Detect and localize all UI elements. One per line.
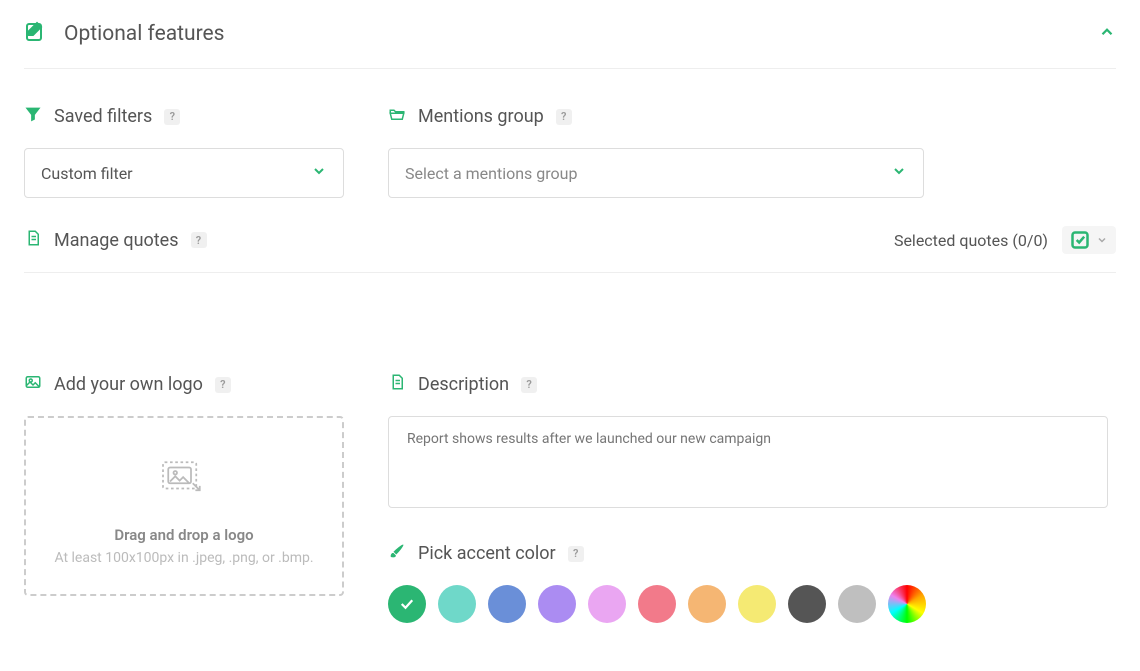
- mentions-group-label: Mentions group ?: [388, 105, 1116, 128]
- chevron-down-icon: [1096, 234, 1108, 246]
- saved-filters-col: Saved filters ? Custom filter: [24, 105, 344, 198]
- saved-filters-label: Saved filters ?: [24, 105, 344, 128]
- saved-filters-value: Custom filter: [41, 164, 133, 183]
- dropzone-subtitle: At least 100x100px in .jpeg, .png, or .b…: [36, 550, 332, 566]
- optional-features-header[interactable]: Optional features: [24, 20, 1116, 69]
- folder-open-icon: [388, 105, 406, 128]
- logo-col: Add your own logo ? Drag and drop a logo…: [24, 373, 344, 623]
- image-icon: [24, 373, 42, 396]
- logo-dropzone[interactable]: Drag and drop a logo At least 100x100px …: [24, 416, 344, 596]
- brush-icon: [388, 542, 406, 565]
- mentions-group-select[interactable]: Select a mentions group: [388, 148, 924, 198]
- checkbox-icon: [1070, 230, 1090, 250]
- filters-row: Saved filters ? Custom filter Mentions g…: [24, 105, 1116, 198]
- accent-swatch[interactable]: [488, 585, 526, 623]
- chevron-down-icon: [891, 163, 907, 183]
- saved-filters-select[interactable]: Custom filter: [24, 148, 344, 198]
- help-icon[interactable]: ?: [215, 377, 231, 393]
- description-input[interactable]: [388, 416, 1108, 508]
- logo-desc-row: Add your own logo ? Drag and drop a logo…: [24, 373, 1116, 623]
- manage-quotes-label: Manage quotes ?: [24, 229, 207, 252]
- select-all-toggle[interactable]: [1062, 226, 1116, 254]
- accent-swatch[interactable]: [888, 585, 926, 623]
- dropzone-image-icon: [36, 456, 332, 504]
- accent-section: Pick accent color ?: [388, 542, 1116, 623]
- dropzone-title: Drag and drop a logo: [36, 526, 332, 544]
- panel-title: Optional features: [64, 22, 224, 46]
- description-text: Description: [418, 374, 509, 395]
- accent-text: Pick accent color: [418, 543, 556, 564]
- help-icon[interactable]: ?: [556, 109, 572, 125]
- document-icon: [388, 373, 406, 396]
- help-icon[interactable]: ?: [568, 546, 584, 562]
- description-label: Description ?: [388, 373, 1116, 396]
- add-logo-text: Add your own logo: [54, 374, 203, 395]
- accent-swatch[interactable]: [838, 585, 876, 623]
- quotes-right: Selected quotes (0/0): [894, 226, 1116, 254]
- manage-quotes-bar: Manage quotes ? Selected quotes (0/0): [24, 226, 1116, 273]
- accent-swatch[interactable]: [788, 585, 826, 623]
- accent-swatch[interactable]: [438, 585, 476, 623]
- saved-filters-text: Saved filters: [54, 106, 152, 127]
- add-logo-label: Add your own logo ?: [24, 373, 344, 396]
- chevron-up-icon[interactable]: [1098, 23, 1116, 45]
- accent-swatches: [388, 585, 1116, 623]
- accent-swatch[interactable]: [538, 585, 576, 623]
- mentions-group-text: Mentions group: [418, 106, 544, 127]
- help-icon[interactable]: ?: [164, 109, 180, 125]
- accent-swatch[interactable]: [688, 585, 726, 623]
- mentions-group-placeholder: Select a mentions group: [405, 164, 577, 183]
- mentions-group-col: Mentions group ? Select a mentions group: [388, 105, 1116, 198]
- accent-swatch[interactable]: [738, 585, 776, 623]
- document-icon: [24, 229, 42, 252]
- check-icon: [398, 595, 416, 613]
- accent-swatch[interactable]: [588, 585, 626, 623]
- panel-title-wrap: Optional features: [24, 20, 224, 48]
- accent-swatch[interactable]: [638, 585, 676, 623]
- accent-swatch[interactable]: [388, 585, 426, 623]
- help-icon[interactable]: ?: [191, 232, 207, 248]
- help-icon[interactable]: ?: [521, 377, 537, 393]
- edit-icon: [24, 20, 48, 48]
- description-col: Description ? Pick accent color ?: [388, 373, 1116, 623]
- chevron-down-icon: [311, 163, 327, 183]
- accent-label: Pick accent color ?: [388, 542, 1116, 565]
- manage-quotes-text: Manage quotes: [54, 230, 179, 251]
- selected-quotes-text: Selected quotes (0/0): [894, 231, 1048, 250]
- filter-icon: [24, 105, 42, 128]
